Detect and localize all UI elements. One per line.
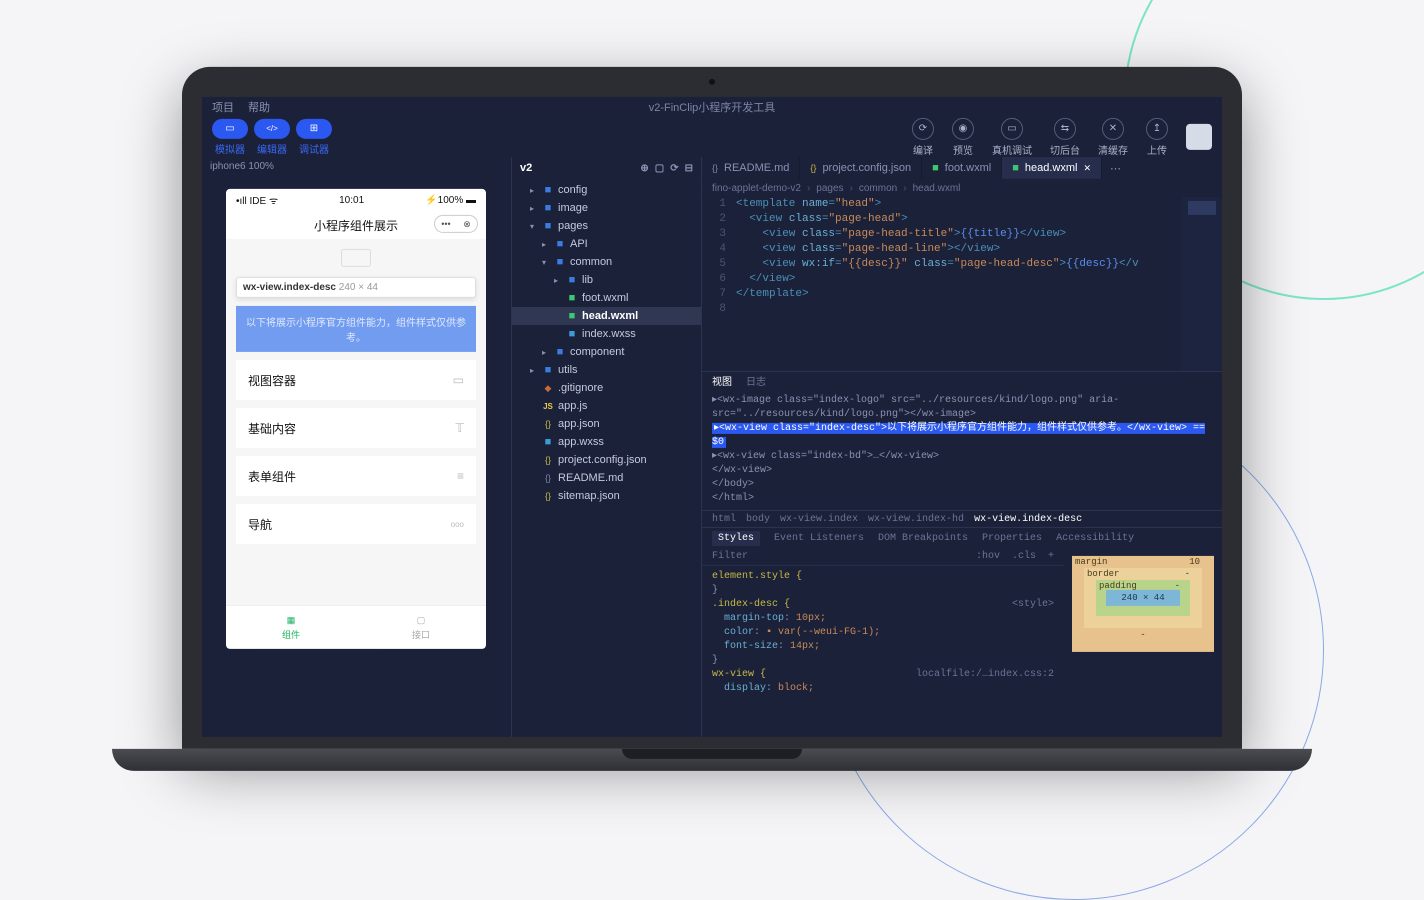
tree-row[interactable]: project.config.json bbox=[512, 451, 701, 469]
list-item[interactable]: 基础内容𝕋 bbox=[236, 408, 476, 448]
tree-row[interactable]: ▸component bbox=[512, 343, 701, 361]
tabbar-api[interactable]: ▢接口 bbox=[356, 606, 486, 649]
styles-tabs[interactable]: StylesEvent ListenersDOM BreakpointsProp… bbox=[702, 528, 1222, 548]
tree-row[interactable]: ▸utils bbox=[512, 361, 701, 379]
tabs-overflow[interactable]: ⋯ bbox=[1102, 157, 1129, 179]
tree-row[interactable]: index.wxss bbox=[512, 325, 701, 343]
editor-tab[interactable]: foot.wxml bbox=[922, 157, 1002, 179]
tool-background[interactable]: ⇆切后台 bbox=[1050, 117, 1080, 156]
list-item[interactable]: 表单组件≡ bbox=[236, 456, 476, 496]
api-icon: ▢ bbox=[417, 614, 426, 625]
mode-simulator[interactable]: ▭ 模拟器 bbox=[212, 118, 248, 155]
phone-preview: •ıll IDE ᯤ 10:01 ⚡100% ▬ 小程序组件展示 •••⊗ wx… bbox=[226, 189, 486, 649]
list-item[interactable]: 导航ooo bbox=[236, 504, 476, 544]
toolbar: ▭ 模拟器 </> 编辑器 ⊞ 调试器 ⟳编译 ◉预览 ▭真机调试 bbox=[202, 117, 1222, 157]
editor-tabs: README.mdproject.config.jsonfoot.wxmlhea… bbox=[702, 157, 1222, 179]
tree-row[interactable]: foot.wxml bbox=[512, 289, 701, 307]
tree-row[interactable]: ▸image bbox=[512, 199, 701, 217]
tree-row[interactable]: app.json bbox=[512, 415, 701, 433]
tree-row[interactable]: ▾pages bbox=[512, 217, 701, 235]
menu-project[interactable]: 项目 bbox=[212, 99, 234, 115]
tool-preview[interactable]: ◉预览 bbox=[952, 117, 974, 156]
styles-rules[interactable]: element.style {}.index-desc {<style> mar… bbox=[702, 566, 1064, 737]
tree-root: v2 bbox=[520, 162, 532, 174]
editor-tab[interactable]: README.md bbox=[702, 157, 800, 179]
new-file-icon[interactable]: ⊕ bbox=[640, 162, 648, 173]
app-screen: 项目 帮助 ▭ 模拟器 </> 编辑器 ⊞ 调试器 bbox=[202, 97, 1222, 737]
tabbar-component[interactable]: ▦组件 bbox=[226, 606, 356, 649]
tree-row[interactable]: ▸config bbox=[512, 181, 701, 199]
phone-battery: ⚡100% ▬ bbox=[425, 194, 476, 205]
laptop-frame: v2-FinClip小程序开发工具 项目 帮助 ▭ 模拟器 </> 编辑器 bbox=[182, 67, 1242, 771]
capsule[interactable]: •••⊗ bbox=[434, 215, 478, 233]
file-explorer: v2 ⊕ ▢ ⟳ ⊟ ▸config▸image▾pages▸API▾commo… bbox=[512, 157, 702, 737]
collapse-icon[interactable]: ⊟ bbox=[685, 162, 693, 173]
avatar[interactable] bbox=[1186, 124, 1212, 150]
tree-row[interactable]: head.wxml bbox=[512, 307, 701, 325]
menu-help[interactable]: 帮助 bbox=[248, 99, 270, 115]
code-editor[interactable]: 12345678 <template name="head"> <view cl… bbox=[702, 197, 1222, 372]
devtools-tab-view[interactable]: 视图 bbox=[712, 373, 732, 389]
tree-row[interactable]: .gitignore bbox=[512, 379, 701, 397]
devtools: 视图 日志 ▸<wx-image class="index-logo" src=… bbox=[702, 372, 1222, 737]
mode-debugger[interactable]: ⊞ 调试器 bbox=[296, 118, 332, 155]
tree-row[interactable]: ▾common bbox=[512, 253, 701, 271]
breadcrumbs: fino-applet-demo-v2›pages›common›head.wx… bbox=[702, 179, 1222, 197]
tool-upload[interactable]: ↥上传 bbox=[1146, 117, 1168, 156]
phone-title: 小程序组件展示 bbox=[314, 216, 398, 233]
tree-row[interactable]: README.md bbox=[512, 469, 701, 487]
dom-tree[interactable]: ▸<wx-image class="index-logo" src="../re… bbox=[702, 390, 1222, 510]
box-model: margin 10 border - padding - 240 × 4 bbox=[1064, 548, 1222, 737]
tree-row[interactable]: ▸API bbox=[512, 235, 701, 253]
tree-row[interactable]: sitemap.json bbox=[512, 487, 701, 505]
list-item[interactable]: 视图容器▭ bbox=[236, 360, 476, 400]
filter-input[interactable]: Filter bbox=[712, 551, 748, 562]
window-title: v2-FinClip小程序开发工具 bbox=[649, 99, 776, 115]
tool-remote-debug[interactable]: ▭真机调试 bbox=[992, 117, 1032, 156]
highlighted-element[interactable]: 以下将展示小程序官方组件能力，组件样式仅供参考。 bbox=[236, 306, 476, 352]
grid-icon: ▦ bbox=[287, 614, 296, 625]
tool-clear-cache[interactable]: ✕清缓存 bbox=[1098, 117, 1128, 156]
editor-tab[interactable]: project.config.json bbox=[800, 157, 922, 179]
tree-row[interactable]: ▸lib bbox=[512, 271, 701, 289]
editor-tab[interactable]: head.wxml✕ bbox=[1002, 157, 1102, 179]
devtools-tab-log[interactable]: 日志 bbox=[746, 373, 766, 389]
editor-panel: README.mdproject.config.jsonfoot.wxmlhea… bbox=[702, 157, 1222, 737]
simulator-device-label: iphone6 100% bbox=[202, 157, 511, 175]
inspector-tooltip: wx-view.index-desc 240 × 44 bbox=[236, 277, 476, 298]
simulator-panel: iphone6 100% •ıll IDE ᯤ 10:01 ⚡100% ▬ 小程… bbox=[202, 157, 512, 737]
tree-row[interactable]: app.js bbox=[512, 397, 701, 415]
refresh-icon[interactable]: ⟳ bbox=[670, 162, 678, 173]
mode-editor[interactable]: </> 编辑器 bbox=[254, 118, 290, 155]
dom-breadcrumbs[interactable]: htmlbodywx-view.indexwx-view.index-hdwx-… bbox=[702, 510, 1222, 528]
phone-signal: •ıll IDE ᯤ bbox=[236, 193, 278, 207]
minimap[interactable] bbox=[1182, 197, 1222, 371]
tree-row[interactable]: app.wxss bbox=[512, 433, 701, 451]
phone-time: 10:01 bbox=[339, 194, 364, 205]
new-folder-icon[interactable]: ▢ bbox=[655, 162, 664, 173]
tool-compile[interactable]: ⟳编译 bbox=[912, 117, 934, 156]
